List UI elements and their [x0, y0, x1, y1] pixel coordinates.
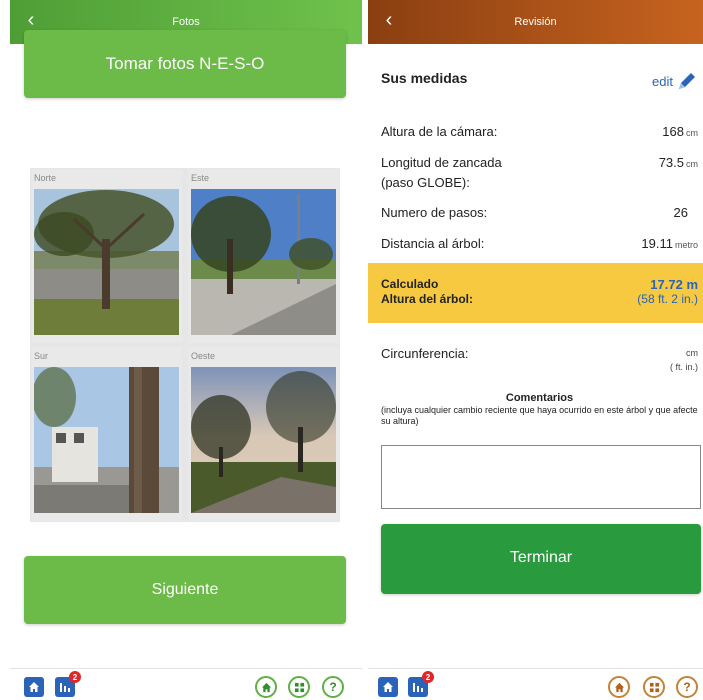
notification-badge: 2	[69, 671, 81, 683]
row-value: 26	[673, 205, 688, 220]
review-header: ‹ Revisión	[368, 0, 703, 44]
photo-south[interactable]: Sur	[31, 347, 182, 521]
edit-label: edit	[652, 73, 673, 89]
photo-grid: Norte Este Sur Oeste	[30, 168, 340, 522]
page-title: Fotos	[172, 16, 200, 28]
chevron-left-icon[interactable]: ‹	[20, 8, 42, 32]
tree-grid-icon[interactable]	[288, 676, 310, 698]
comments-input[interactable]	[381, 445, 701, 509]
home-icon[interactable]	[24, 677, 44, 697]
calculated-label: Calculado	[381, 277, 439, 291]
row-value: 73.5	[658, 155, 684, 170]
photo-west-image	[191, 367, 336, 513]
bottom-navigation: 2 ?	[368, 668, 703, 700]
steps-row: Numero de pasos: 26	[381, 205, 698, 220]
pencil-icon	[679, 73, 695, 89]
chevron-left-icon[interactable]: ‹	[378, 8, 400, 32]
row-label: Numero de pasos:	[381, 205, 488, 220]
row-value: 168	[662, 124, 684, 139]
row-label: Circunferencia:	[381, 346, 469, 361]
distance-row: Distancia al árbol: 19.11 metro	[381, 236, 698, 251]
home-icon[interactable]	[378, 677, 398, 697]
comments-title: Comentarios	[505, 392, 574, 404]
photo-south-image	[34, 367, 179, 513]
next-button[interactable]: Siguiente	[24, 556, 346, 624]
next-label: Siguiente	[151, 581, 219, 598]
row-label: Longitud de zancada	[381, 155, 502, 170]
photos-screen: ‹ Fotos Tomar fotos N-E-S-O Norte Este S…	[10, 0, 362, 700]
take-photos-button[interactable]: Tomar fotos N-E-S-O	[24, 30, 346, 98]
photo-east[interactable]: Este	[188, 169, 339, 343]
row-unit: cm	[686, 159, 698, 169]
photo-label: Sur	[34, 351, 49, 361]
row-label-2: (paso GLOBE):	[381, 175, 470, 190]
row-value: 19.11	[641, 236, 673, 251]
tree-height-label: Altura del árbol:	[381, 292, 474, 306]
help-icon[interactable]: ?	[322, 676, 344, 698]
calculated-height-band: Calculado Altura del árbol: 17.72 m (58 …	[368, 263, 703, 323]
photo-label: Norte	[34, 173, 57, 183]
help-icon[interactable]: ?	[676, 676, 698, 698]
photo-north-image	[34, 189, 179, 335]
photo-west[interactable]: Oeste	[188, 347, 339, 521]
home-circle-icon[interactable]	[255, 676, 277, 698]
help-label: ?	[329, 680, 337, 694]
comments-note: (incluya cualquier cambio reciente que h…	[381, 405, 698, 426]
bottom-navigation: 2 ?	[10, 668, 362, 700]
tree-height-feet: (58 ft. 2 in.)	[637, 292, 698, 306]
help-label: ?	[683, 680, 691, 694]
notification-badge: 2	[422, 671, 434, 683]
photo-label: Oeste	[191, 351, 216, 361]
row-unit: cm	[686, 128, 698, 138]
row-unit-2: ( ft. in.)	[669, 362, 698, 372]
chart-icon[interactable]: 2	[55, 671, 81, 697]
finish-button[interactable]: Terminar	[381, 524, 701, 594]
measurements-header: Sus medidas edit	[381, 70, 698, 92]
tree-height-meters: 17.72 m	[650, 277, 698, 292]
row-unit: cm	[686, 348, 698, 358]
edit-link[interactable]: edit	[652, 70, 698, 92]
home-circle-icon[interactable]	[608, 676, 630, 698]
photo-north[interactable]: Norte	[31, 169, 182, 343]
photo-east-image	[191, 189, 336, 335]
photo-label: Este	[191, 173, 210, 183]
tree-grid-icon[interactable]	[643, 676, 665, 698]
circumference-row: Circunferencia: cm ( ft. in.)	[381, 346, 698, 374]
row-label: Altura de la cámara:	[381, 124, 498, 139]
stride-length-row: Longitud de zancada (paso GLOBE): 73.5 cm	[381, 153, 698, 193]
take-photos-label: Tomar fotos N-E-S-O	[105, 54, 265, 73]
row-label: Distancia al árbol:	[381, 236, 485, 251]
camera-height-row: Altura de la cámara: 168 cm	[381, 124, 698, 139]
review-screen: ‹ Revisión Sus medidas edit Altura de la…	[368, 0, 703, 700]
row-unit: metro	[674, 240, 698, 250]
page-title: Revisión	[514, 16, 557, 28]
chart-icon[interactable]: 2	[408, 671, 434, 697]
section-title: Sus medidas	[381, 70, 468, 86]
finish-label: Terminar	[509, 549, 573, 566]
